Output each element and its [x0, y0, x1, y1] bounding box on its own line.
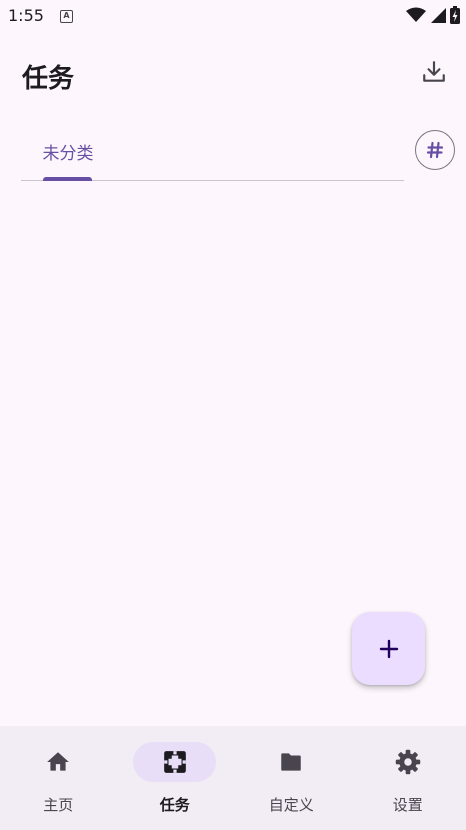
add-task-button[interactable] — [352, 612, 425, 685]
status-icons — [406, 6, 460, 24]
nav-label: 自定义 — [268, 796, 314, 814]
nav-item-custom[interactable]: 自定义 — [233, 726, 350, 830]
nav-item-settings[interactable]: 设置 — [350, 726, 466, 830]
signal-icon — [431, 8, 446, 23]
bottom-navigation: 主页 任务 自定义 设置 — [0, 726, 466, 830]
nav-pill-active — [133, 742, 217, 782]
nav-pill — [366, 742, 449, 782]
status-bar: 1:55 A — [0, 0, 466, 34]
download-icon — [423, 61, 445, 82]
nav-label: 任务 — [159, 796, 190, 814]
nav-item-tasks[interactable]: 任务 — [117, 726, 234, 830]
task-icon — [163, 751, 186, 773]
nav-pill — [250, 742, 333, 782]
status-time: 1:55 — [8, 6, 44, 25]
wifi-icon — [406, 7, 426, 22]
tab-label: 未分类 — [42, 144, 94, 164]
nav-pill — [17, 742, 100, 782]
hash-icon — [426, 141, 444, 159]
gear-icon — [395, 749, 420, 775]
category-tabs: 未分类 — [21, 124, 404, 181]
download-button[interactable] — [420, 58, 448, 86]
nav-label: 主页 — [43, 796, 74, 814]
folder-icon — [281, 753, 301, 771]
plus-icon — [379, 639, 398, 658]
tag-button[interactable] — [415, 130, 455, 170]
page-title: 任务 — [22, 64, 75, 94]
nav-item-home[interactable]: 主页 — [0, 726, 117, 830]
tab-uncategorized[interactable]: 未分类 — [21, 124, 115, 181]
tab-indicator — [43, 177, 92, 181]
home-icon — [47, 752, 70, 771]
notification-icon: A — [60, 10, 73, 23]
nav-label: 设置 — [392, 796, 423, 814]
battery-icon — [450, 6, 460, 24]
top-app-bar: 任务 — [0, 34, 466, 114]
